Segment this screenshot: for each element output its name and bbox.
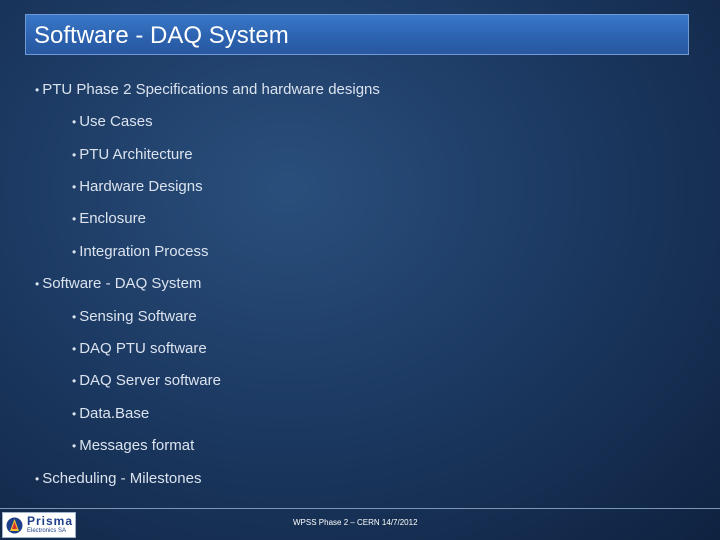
bullet-item: • Integration Process (72, 243, 208, 261)
bullet-item: • Use Cases (72, 113, 153, 131)
bullet-text: Integration Process (79, 243, 209, 260)
bullet-text: Messages format (79, 437, 195, 454)
bullet-text: Software - DAQ System (42, 275, 202, 292)
bullet-icon: • (72, 374, 77, 388)
bullet-text: PTU Phase 2 Specifications and hardware … (42, 81, 380, 98)
bullet-text: DAQ PTU software (79, 340, 207, 357)
bullet-item: • PTU Phase 2 Specifications and hardware… (35, 81, 380, 99)
footer-text: WPSS Phase 2 – CERN 14/7/2012 (293, 518, 418, 527)
bullet-item: • DAQ Server software (72, 372, 221, 390)
company-logo: Prisma Electronics SA (2, 512, 76, 538)
bullet-text: Hardware Designs (79, 178, 203, 195)
bullet-item: • Data.Base (72, 405, 149, 423)
bullet-item: • Sensing Software (72, 308, 197, 326)
bullet-icon: • (35, 83, 40, 97)
bullet-text: DAQ Server software (79, 372, 221, 389)
bullet-text: Scheduling - Milestones (42, 470, 202, 487)
bullet-text: Use Cases (79, 113, 153, 130)
bullet-text: PTU Architecture (79, 146, 193, 163)
bullet-item: • Scheduling - Milestones (35, 470, 201, 488)
bullet-text: Sensing Software (79, 308, 197, 325)
bullet-icon: • (72, 148, 77, 162)
bullet-item: • Hardware Designs (72, 178, 203, 196)
bullet-icon: • (72, 342, 77, 356)
bullet-icon: • (72, 212, 77, 226)
bullet-icon: • (72, 439, 77, 453)
bullet-item: • Enclosure (72, 210, 146, 228)
prisma-logo-icon (6, 517, 23, 534)
bullet-icon: • (72, 407, 77, 421)
bullet-icon: • (35, 472, 40, 486)
bullet-icon: • (72, 115, 77, 129)
bullet-text: Enclosure (79, 210, 146, 227)
bullet-item: • Software - DAQ System (35, 275, 201, 293)
bullet-list: • PTU Phase 2 Specifications and hardware… (0, 0, 720, 540)
bullet-icon: • (72, 310, 77, 324)
bullet-item: • PTU Architecture (72, 146, 193, 164)
footer-divider (0, 508, 720, 509)
bullet-icon: • (72, 245, 77, 259)
logo-name: Prisma (27, 514, 74, 528)
bullet-item: • DAQ PTU software (72, 340, 207, 358)
bullet-icon: • (35, 277, 40, 291)
bullet-text: Data.Base (79, 405, 150, 422)
bullet-item: • Messages format (72, 437, 194, 455)
logo-subtitle: Electronics SA (27, 528, 67, 534)
bullet-icon: • (72, 180, 77, 194)
